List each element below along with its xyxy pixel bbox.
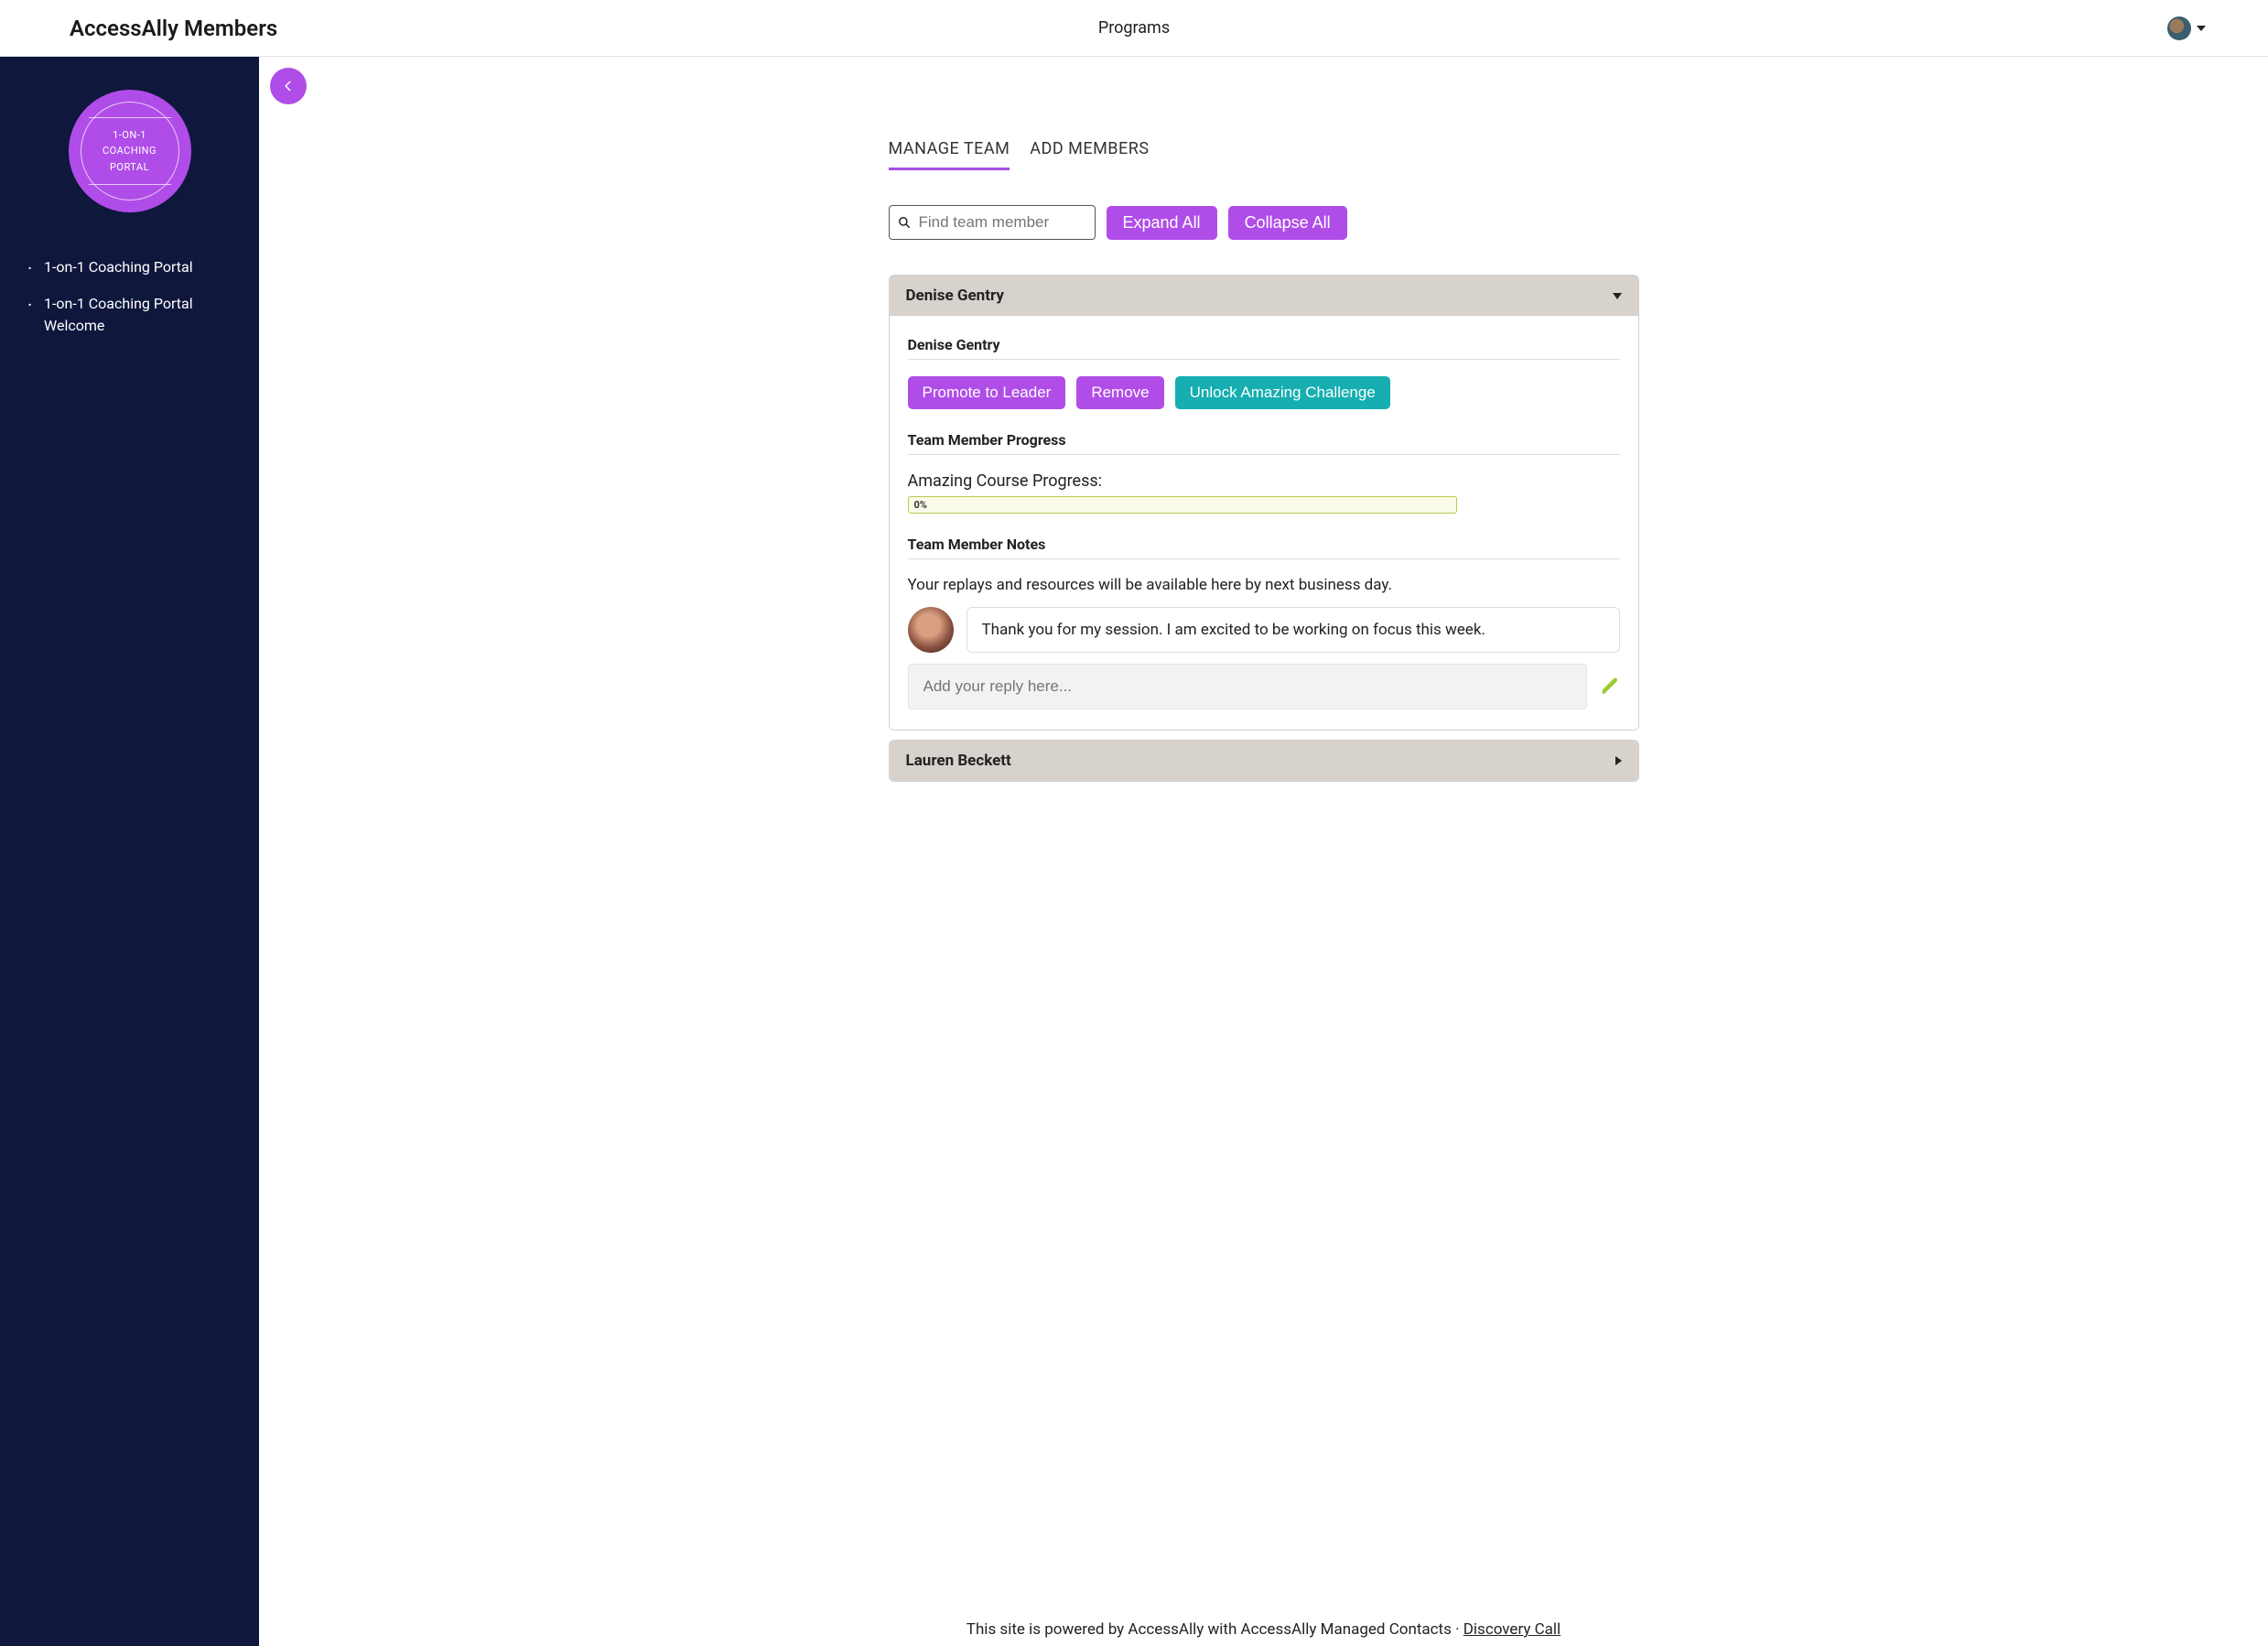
search-icon <box>898 216 911 229</box>
nav-programs[interactable]: Programs <box>1098 18 1170 38</box>
team-member-name: Denise Gentry <box>906 287 1004 305</box>
progress-heading: Team Member Progress <box>908 431 1620 455</box>
search-input[interactable] <box>889 205 1096 240</box>
team-member-name: Lauren Beckett <box>906 752 1011 770</box>
collapse-all-button[interactable]: Collapse All <box>1228 206 1347 240</box>
portal-badge: 1-ON-1 COACHING PORTAL <box>69 90 191 212</box>
tabs: MANAGE TEAM ADD MEMBERS <box>889 139 1639 170</box>
notes-heading: Team Member Notes <box>908 536 1620 559</box>
pencil-icon[interactable] <box>1600 677 1620 697</box>
portal-badge-text: 1-ON-1 COACHING PORTAL <box>103 127 157 176</box>
chevron-down-icon <box>1613 293 1622 299</box>
note-message: Thank you for my session. I am excited t… <box>967 607 1620 653</box>
team-member-panel: Denise Gentry Denise Gentry Promote to L… <box>889 275 1639 731</box>
progress-bar: 0% <box>908 496 1457 514</box>
tab-add-members[interactable]: ADD MEMBERS <box>1030 139 1149 170</box>
unlock-challenge-button[interactable]: Unlock Amazing Challenge <box>1175 376 1390 409</box>
reply-input[interactable] <box>908 664 1587 709</box>
tab-manage-team[interactable]: MANAGE TEAM <box>889 139 1010 170</box>
main-content: MANAGE TEAM ADD MEMBERS Expand All Colla… <box>259 57 2268 1646</box>
team-member-header[interactable]: Lauren Beckett <box>890 741 1638 781</box>
sidebar-item-welcome[interactable]: 1-on-1 Coaching Portal Welcome <box>18 286 241 344</box>
sidebar-collapse-button[interactable] <box>270 68 307 104</box>
topbar: AccessAlly Members Programs <box>0 0 2268 57</box>
avatar <box>2167 16 2191 40</box>
remove-button[interactable]: Remove <box>1076 376 1163 409</box>
chevron-left-icon <box>282 80 295 92</box>
promote-leader-button[interactable]: Promote to Leader <box>908 376 1066 409</box>
sidebar: 1-ON-1 COACHING PORTAL 1-on-1 Coaching P… <box>0 57 259 1646</box>
member-name-heading: Denise Gentry <box>908 336 1620 360</box>
sidebar-item-portal[interactable]: 1-on-1 Coaching Portal <box>18 249 241 286</box>
chevron-right-icon <box>1615 756 1622 765</box>
team-member-panel: Lauren Beckett <box>889 740 1639 782</box>
team-member-header[interactable]: Denise Gentry <box>890 276 1638 316</box>
expand-all-button[interactable]: Expand All <box>1107 206 1217 240</box>
site-title: AccessAlly Members <box>70 16 277 41</box>
chevron-down-icon <box>2197 26 2206 31</box>
footer: This site is powered by AccessAlly with … <box>259 1620 2268 1639</box>
search-wrap <box>889 205 1096 240</box>
progress-label: Amazing Course Progress: <box>908 471 1620 491</box>
footer-link[interactable]: Discovery Call <box>1463 1620 1561 1639</box>
user-menu[interactable] <box>2167 16 2261 40</box>
notes-intro: Your replays and resources will be avail… <box>908 576 1620 594</box>
footer-text: This site is powered by AccessAlly with … <box>967 1620 1463 1639</box>
note-avatar <box>908 607 954 653</box>
